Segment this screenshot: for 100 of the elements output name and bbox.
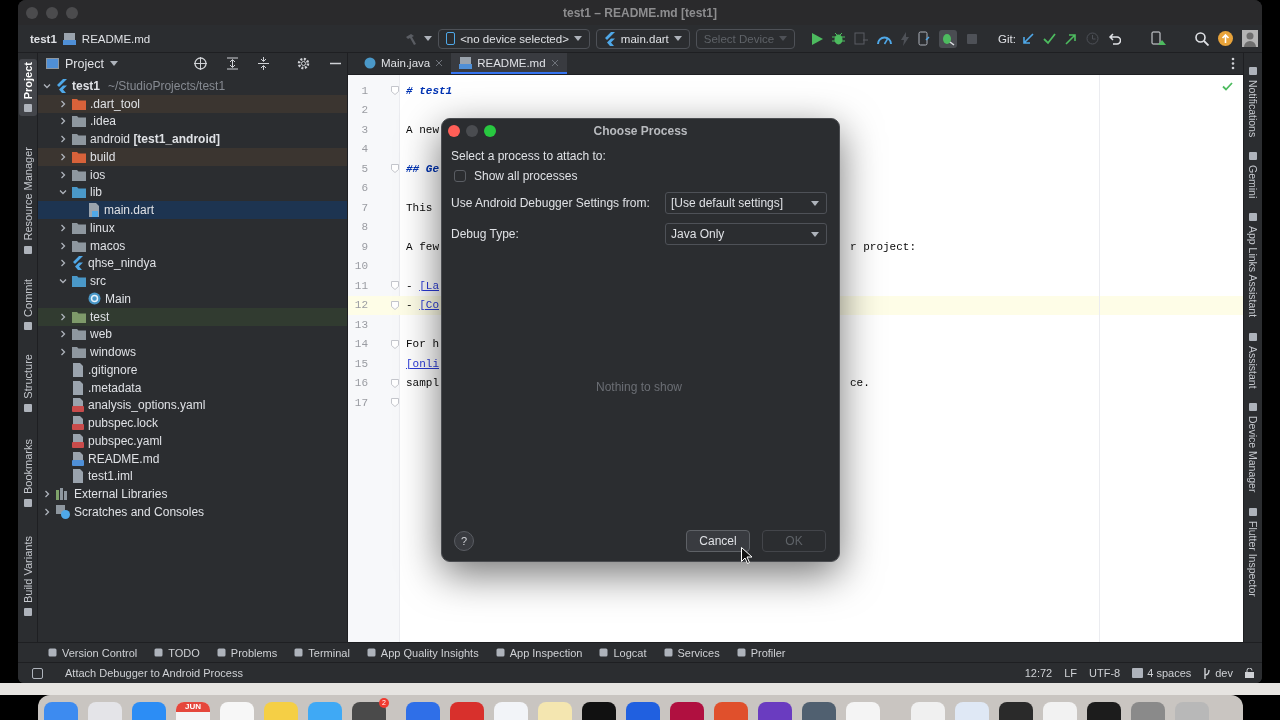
chevron-right-icon[interactable] <box>58 169 68 180</box>
run-configuration-dropdown[interactable]: main.dart <box>595 28 690 49</box>
tool-window-tab[interactable]: Commit <box>18 275 37 334</box>
tree-item[interactable]: .metadata <box>38 378 347 397</box>
tool-window-button[interactable]: Terminal <box>294 646 350 659</box>
more-icon[interactable] <box>1231 57 1235 70</box>
markdown-link[interactable]: [Co <box>419 299 439 312</box>
expand-all-icon[interactable] <box>227 57 238 70</box>
tree-item[interactable]: Main <box>38 290 347 308</box>
search-icon[interactable] <box>1195 31 1209 46</box>
device-icon[interactable] <box>1151 31 1167 46</box>
locate-icon[interactable] <box>194 57 207 70</box>
tree-item[interactable]: test1 ~/StudioProjects/test1 <box>38 77 347 95</box>
fold-marker-icon[interactable] <box>391 86 399 96</box>
chevron-right-icon[interactable] <box>58 116 68 127</box>
chevron-right-icon[interactable] <box>58 134 68 145</box>
tree-item[interactable]: lib <box>38 183 347 202</box>
tree-item[interactable]: build <box>38 148 347 166</box>
editor-tab[interactable]: Main.java <box>356 53 452 74</box>
avatar-icon[interactable] <box>1242 30 1258 47</box>
close-icon[interactable] <box>435 58 444 67</box>
tree-item[interactable]: README.md <box>38 449 347 468</box>
phone-icon[interactable] <box>918 31 931 46</box>
tool-window-tab[interactable]: Notifications <box>1244 63 1262 141</box>
settings-icon[interactable] <box>297 57 310 70</box>
tool-window-button[interactable]: App Quality Insights <box>366 646 479 659</box>
fold-marker-icon[interactable] <box>391 164 399 174</box>
markdown-link[interactable]: [onli <box>406 357 439 370</box>
fold-marker-icon[interactable] <box>391 378 399 388</box>
git-branch[interactable]: dev <box>1215 667 1233 679</box>
tool-window-tab[interactable]: Device Manager <box>1244 399 1262 496</box>
tree-item[interactable]: .gitignore <box>38 361 347 379</box>
tool-window-tab[interactable]: Structure <box>18 351 37 416</box>
tool-window-tab[interactable]: Bookmarks <box>18 435 37 511</box>
chevron-right-icon[interactable] <box>58 311 68 322</box>
tree-item[interactable]: pubspec.yaml <box>38 432 347 450</box>
update-available-icon[interactable] <box>1218 31 1233 46</box>
tree-item[interactable]: ios <box>38 165 347 184</box>
run-icon[interactable] <box>811 32 824 45</box>
tree-item[interactable]: macos <box>38 236 347 255</box>
app-icon[interactable]: JUN <box>176 702 210 720</box>
tree-item[interactable]: .dart_tool <box>38 94 347 113</box>
tool-window-button[interactable]: TODO <box>154 646 200 659</box>
fold-marker-icon[interactable] <box>391 300 399 310</box>
undo-icon[interactable] <box>1108 32 1121 45</box>
tool-window-tab[interactable]: Assistant <box>1244 328 1262 392</box>
tree-item[interactable]: main.dart <box>38 201 347 219</box>
chevron-right-icon[interactable] <box>58 98 68 109</box>
tree-item[interactable]: web <box>38 325 347 344</box>
chevron-right-icon[interactable] <box>42 489 52 500</box>
checkbox[interactable] <box>454 170 466 182</box>
panel-title[interactable]: Project <box>65 56 104 71</box>
tool-window-button[interactable]: Problems <box>216 646 278 659</box>
tree-item[interactable]: analysis_options.yaml <box>38 396 347 415</box>
tool-window-button[interactable]: Profiler <box>736 646 786 659</box>
device-dropdown[interactable]: <no device selected> <box>438 28 590 49</box>
tool-window-button[interactable]: Services <box>663 646 720 659</box>
caret-position[interactable]: 12:72 <box>1024 667 1053 679</box>
tool-window-button[interactable]: Logcat <box>599 646 647 659</box>
tree-item[interactable]: src <box>38 272 347 290</box>
editor-tab[interactable]: README.md <box>451 53 567 74</box>
tree-item[interactable]: .idea <box>38 112 347 131</box>
fold-marker-icon[interactable] <box>391 398 399 408</box>
tree-item[interactable]: test1.iml <box>38 467 347 486</box>
close-icon[interactable] <box>550 58 559 67</box>
zoom-button[interactable] <box>484 125 496 137</box>
chevron-right-icon[interactable] <box>58 222 68 233</box>
dialog-button[interactable]: Cancel <box>686 530 750 552</box>
tree-item[interactable]: pubspec.lock <box>38 414 347 432</box>
tree-item[interactable]: qhse_nindya <box>38 254 347 273</box>
tree-item[interactable]: android [test1_android] <box>38 130 347 148</box>
lock-icon[interactable] <box>1245 668 1254 678</box>
dropdown[interactable]: Java Only <box>665 223 827 245</box>
tree-item[interactable]: linux <box>38 219 347 237</box>
tool-window-tab[interactable]: Project <box>18 59 37 117</box>
file-name[interactable]: README.md <box>81 32 151 45</box>
push-icon[interactable] <box>1065 32 1077 45</box>
markdown-link[interactable]: [La <box>419 279 439 292</box>
help-button[interactable]: ? <box>454 531 474 551</box>
fold-marker-icon[interactable] <box>391 281 399 291</box>
file-encoding[interactable]: UTF-8 <box>1089 667 1121 679</box>
update-icon[interactable] <box>1022 32 1034 45</box>
tool-window-button[interactable]: Version Control <box>48 646 138 659</box>
checkbox-label[interactable]: Show all processes <box>474 169 578 183</box>
chevron-right-icon[interactable] <box>58 258 68 269</box>
check-icon[interactable] <box>1043 32 1056 45</box>
tool-window-tab[interactable]: Gemini <box>1244 148 1262 202</box>
tree-item[interactable]: windows <box>38 343 347 361</box>
chevron-right-icon[interactable] <box>58 151 68 162</box>
close-button[interactable] <box>448 125 460 137</box>
layout-icon[interactable] <box>32 667 43 679</box>
tree-item[interactable]: test <box>38 307 347 326</box>
collapse-all-icon[interactable] <box>258 57 269 70</box>
project-name[interactable]: test1 <box>30 32 57 45</box>
tool-window-tab[interactable]: Build Variants <box>18 532 37 620</box>
chevron-right-icon[interactable] <box>58 329 68 340</box>
tree-item[interactable]: Scratches and Consoles <box>38 503 347 521</box>
line-separator[interactable]: LF <box>1064 667 1078 679</box>
dropdown[interactable]: [Use default settings] <box>665 192 827 214</box>
tool-window-tab[interactable]: Resource Manager <box>18 144 37 258</box>
